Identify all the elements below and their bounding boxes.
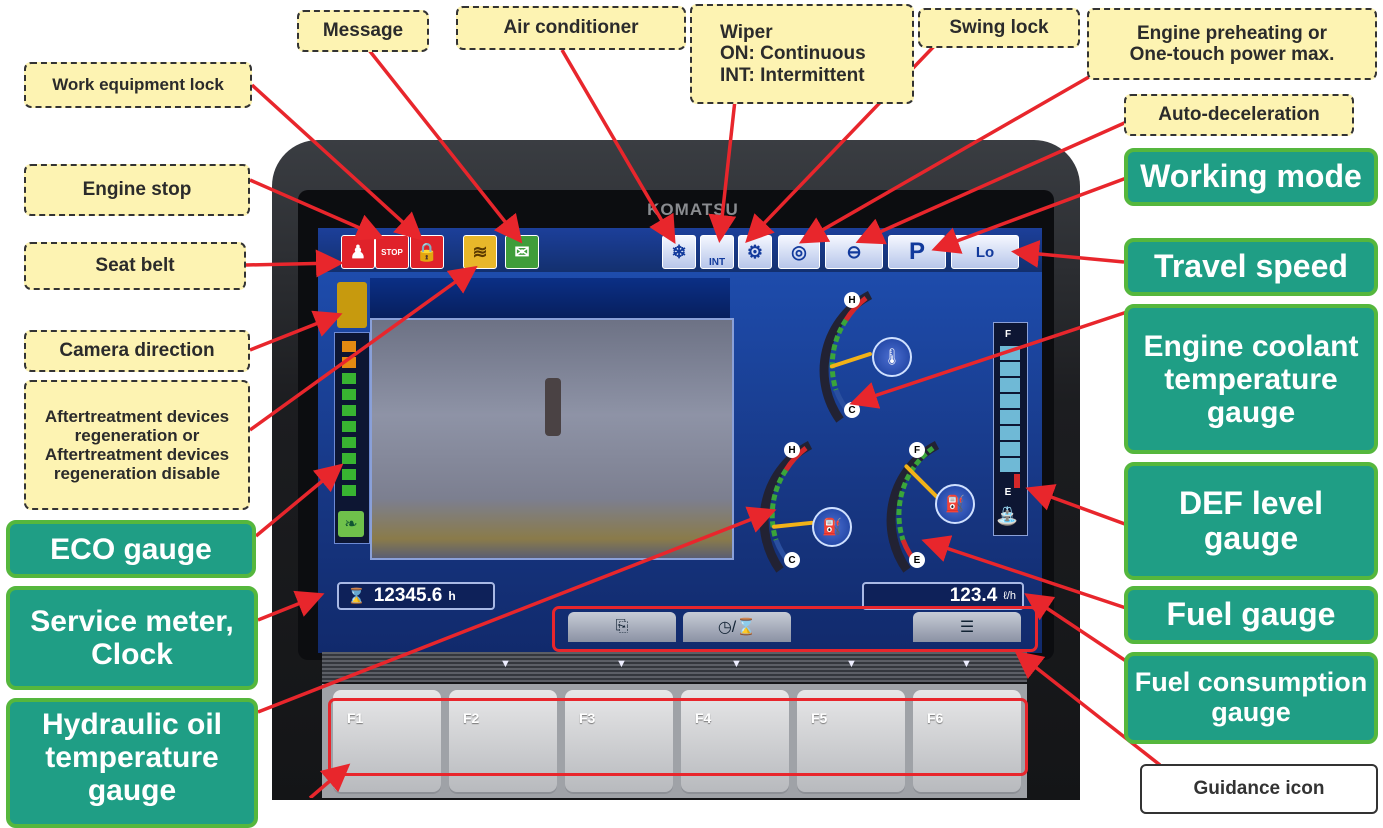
callout-swing-lock-text: Swing lock <box>949 17 1049 39</box>
callout-fuel-consumption-line2: gauge <box>1211 697 1291 727</box>
callout-camera-direction: Camera direction <box>24 330 250 372</box>
callout-working-mode: Working mode <box>1124 148 1378 206</box>
callout-coolant-line3: gauge <box>1206 395 1296 429</box>
callout-aftertreatment-line4: regeneration disable <box>53 464 221 484</box>
callout-eco-gauge-text: ECO gauge <box>50 532 212 566</box>
callout-engine-preheat-line1: Engine preheating or <box>1136 22 1328 44</box>
callout-engine-preheat: Engine preheating or One-touch power max… <box>1087 8 1377 80</box>
callout-service-meter-line1: Service meter, <box>30 605 234 638</box>
callout-seat-belt-text: Seat belt <box>95 255 175 277</box>
callout-engine-stop-text: Engine stop <box>82 179 192 201</box>
callout-air-conditioner-text: Air conditioner <box>503 17 639 39</box>
callout-def-level-line1: DEF level <box>1178 484 1324 521</box>
callout-auto-deceleration: Auto-deceleration <box>1124 94 1354 136</box>
callout-swing-lock: Swing lock <box>918 8 1080 48</box>
callout-aftertreatment-line1: Aftertreatment devices <box>44 406 230 426</box>
callout-work-equipment-lock-text: Work equipment lock <box>52 75 224 95</box>
callout-wiper-line2: ON: Continuous <box>720 43 866 65</box>
callout-aftertreatment-line2: regeneration or <box>74 425 200 445</box>
callout-air-conditioner: Air conditioner <box>456 6 686 50</box>
callout-auto-deceleration-text: Auto-deceleration <box>1158 104 1320 126</box>
callout-hydraulic-oil-line1: Hydraulic oil <box>41 708 223 741</box>
callout-travel-speed: Travel speed <box>1124 238 1378 296</box>
callout-hydraulic-oil-line2: temperature <box>45 741 219 774</box>
callout-fuel-gauge: Fuel gauge <box>1124 586 1378 644</box>
callout-message: Message <box>297 10 429 52</box>
callout-camera-direction-text: Camera direction <box>59 340 215 362</box>
callout-aftertreatment: Aftertreatment devices regeneration or A… <box>24 380 250 510</box>
callout-message-text: Message <box>322 20 404 42</box>
callout-seat-belt: Seat belt <box>24 242 246 290</box>
callout-engine-stop: Engine stop <box>24 164 250 216</box>
callout-def-level-line2: gauge <box>1203 520 1299 556</box>
callout-working-mode-text: Working mode <box>1140 158 1362 195</box>
callout-guidance-icon: Guidance icon <box>1140 764 1378 814</box>
callout-coolant: Engine coolant temperature gauge <box>1124 304 1378 454</box>
callout-service-meter: Service meter, Clock <box>6 586 258 690</box>
callout-fuel-consumption: Fuel consumption gauge <box>1124 652 1378 744</box>
callout-coolant-line1: Engine coolant <box>1143 329 1359 363</box>
callout-wiper-line1: Wiper <box>720 22 773 44</box>
callout-wiper-line3: INT: Intermittent <box>720 64 865 86</box>
callout-service-meter-line2: Clock <box>91 638 173 671</box>
callout-eco-gauge: ECO gauge <box>6 520 256 578</box>
callout-coolant-line2: temperature <box>1164 362 1338 396</box>
callout-guidance-icon-text: Guidance icon <box>1193 778 1325 799</box>
callout-hydraulic-oil: Hydraulic oil temperature gauge <box>6 698 258 828</box>
callout-hydraulic-oil-line3: gauge <box>87 774 177 807</box>
callout-def-level: DEF level gauge <box>1124 462 1378 580</box>
callout-fuel-consumption-line1: Fuel consumption <box>1134 667 1368 698</box>
callout-travel-speed-text: Travel speed <box>1154 248 1348 285</box>
callout-aftertreatment-line3: Aftertreatment devices <box>44 445 230 464</box>
callout-fuel-gauge-text: Fuel gauge <box>1166 596 1336 633</box>
callout-wiper: Wiper ON: Continuous INT: Intermittent <box>690 4 914 104</box>
callout-work-equipment-lock: Work equipment lock <box>24 62 252 108</box>
callout-engine-preheat-line2: One-touch power max. <box>1129 44 1335 65</box>
